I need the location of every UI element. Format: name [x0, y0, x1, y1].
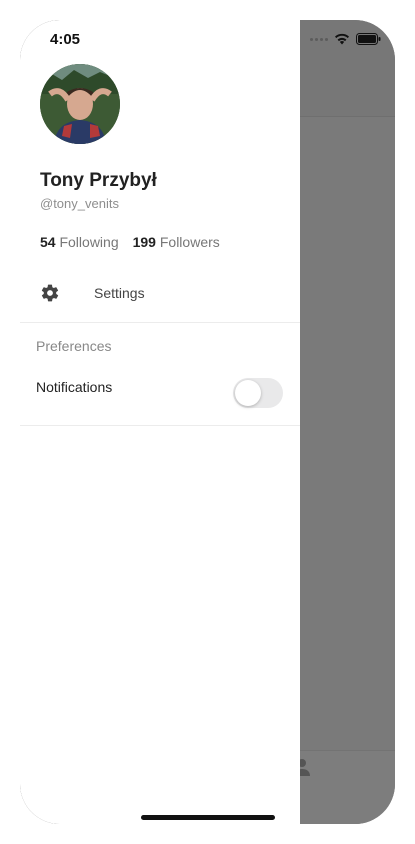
home-indicator [141, 815, 275, 820]
notifications-toggle[interactable] [233, 378, 283, 408]
profile-handle: @tony_venits [40, 196, 119, 211]
avatar-photo [40, 64, 120, 144]
followers-count: 199 [132, 234, 156, 250]
gear-icon [41, 284, 59, 302]
followers-link[interactable]: 199 Followers [133, 234, 220, 250]
phone-screen: ofile 4:05 Tony Przybył @tony_venits 54 … [20, 20, 395, 824]
profile-name: Tony Przybył [40, 170, 157, 191]
settings-menu-item[interactable]: Settings [20, 276, 300, 322]
preferences-heading: Preferences [36, 338, 112, 354]
status-icons [310, 32, 381, 46]
follow-stats: 54 Following 199 Followers [40, 234, 220, 250]
toggle-knob [235, 380, 261, 406]
wifi-icon [335, 33, 349, 45]
following-label: Following [59, 234, 119, 250]
battery-icon [356, 33, 381, 45]
divider [20, 425, 300, 426]
followers-label: Followers [159, 234, 220, 250]
divider [20, 322, 300, 323]
signal-dots-icon [310, 37, 328, 41]
avatar[interactable] [40, 64, 120, 144]
settings-label: Settings [94, 285, 145, 301]
status-time: 4:05 [50, 31, 81, 48]
side-drawer: 4:05 Tony Przybył @tony_venits 54 Follow… [20, 20, 300, 824]
following-link[interactable]: 54 Following [40, 234, 119, 250]
following-count: 54 [40, 234, 56, 250]
notifications-label: Notifications [36, 379, 113, 395]
